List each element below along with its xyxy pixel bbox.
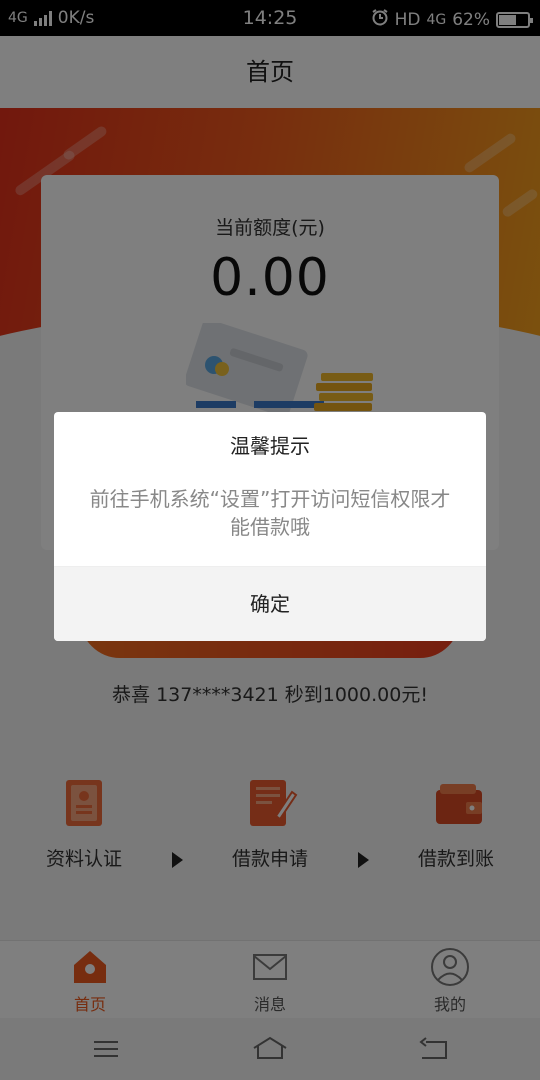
dialog-title: 温馨提示 (230, 434, 310, 458)
confirm-button[interactable]: 确定 (54, 566, 486, 641)
sms-permission-dialog: 温馨提示 前往手机系统“设置”打开访问短信权限才能借款哦 确定 (54, 412, 486, 641)
dialog-message: 前往手机系统“设置”打开访问短信权限才能借款哦 (89, 487, 451, 539)
